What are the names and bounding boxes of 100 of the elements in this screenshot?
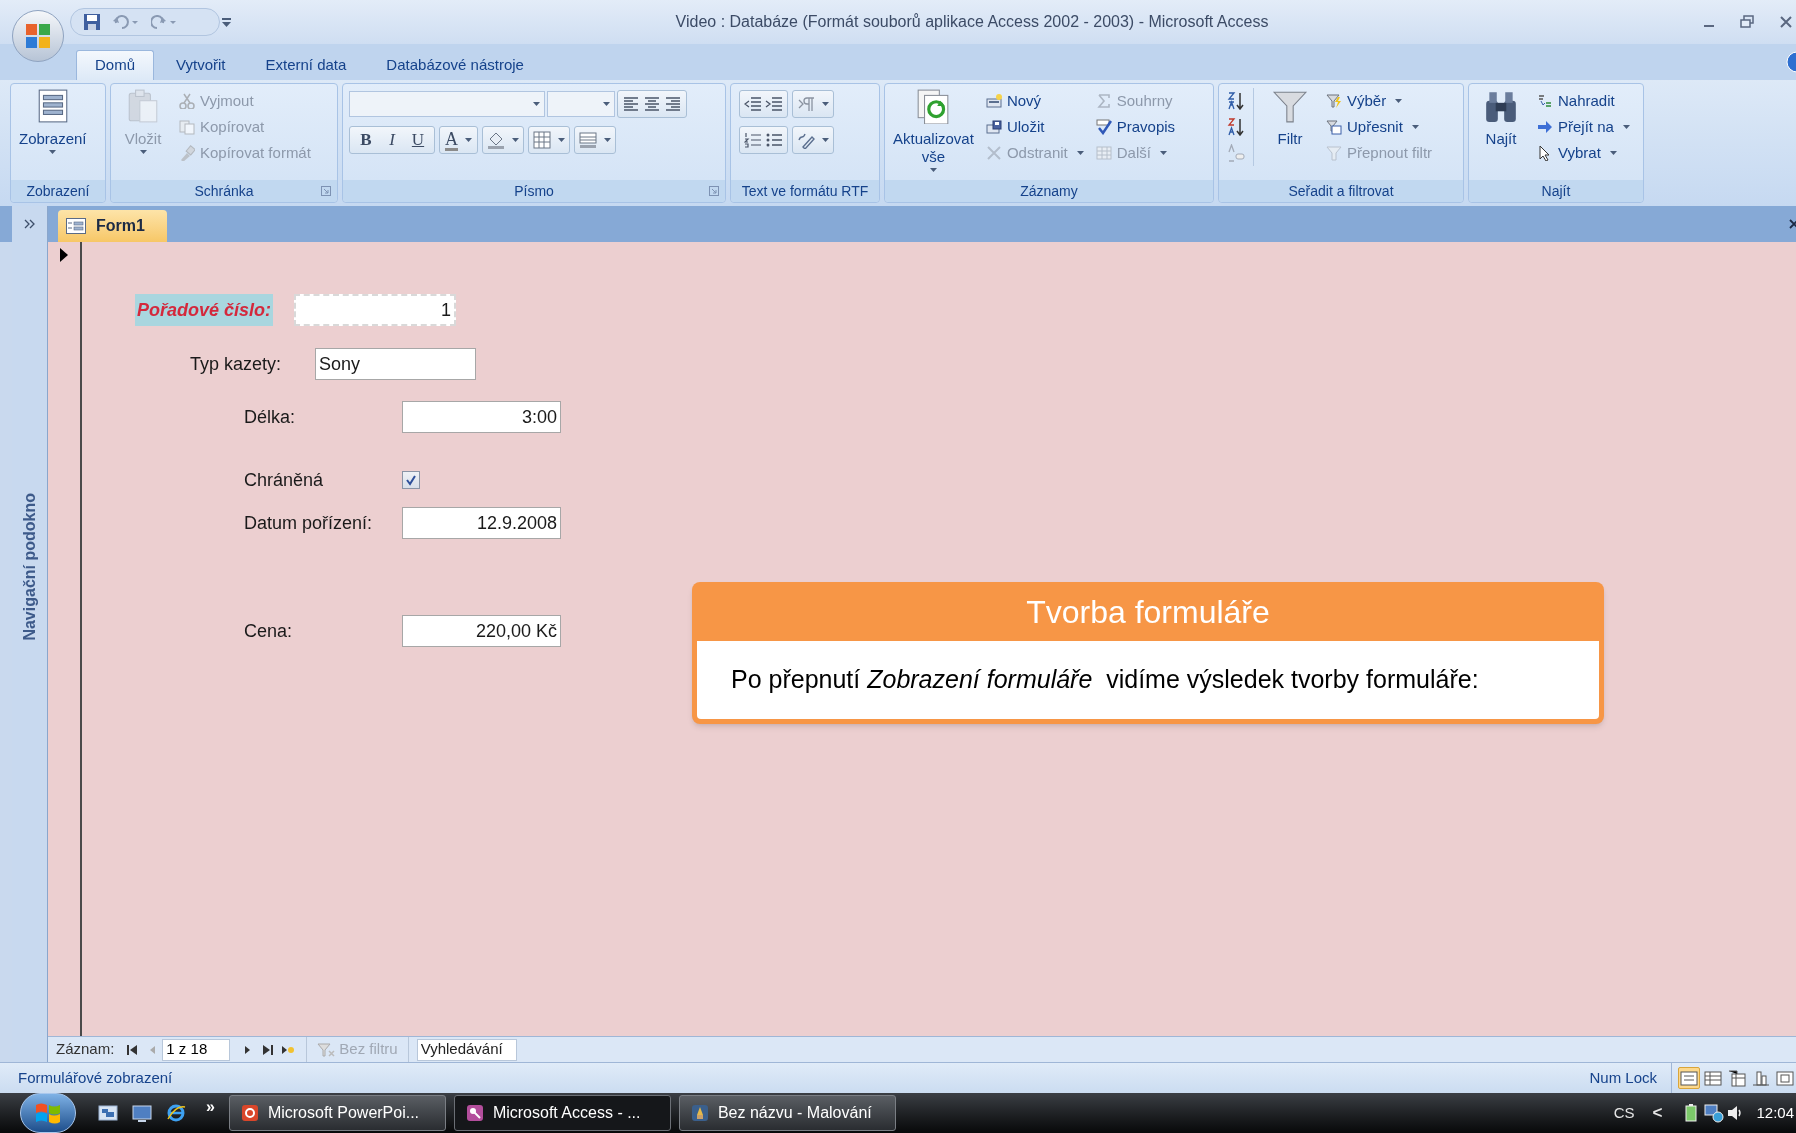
paint-bucket-icon	[487, 131, 505, 149]
datasheet-icon	[1704, 1069, 1722, 1087]
ribbon-button[interactable]: Vybrat	[1537, 140, 1630, 166]
ribbon-button[interactable]: Výběr	[1326, 88, 1433, 114]
caret-icon	[822, 102, 829, 106]
caret-icon	[929, 168, 937, 172]
ribbon-tab[interactable]: Vytvořit	[158, 50, 244, 80]
customize-toolbar-icon	[222, 18, 231, 28]
grid-icon	[533, 131, 551, 149]
ribbon-button[interactable]: Zobrazení	[19, 88, 87, 156]
fill-color-button[interactable]	[574, 126, 616, 154]
document-tab[interactable]: Form1	[58, 210, 167, 242]
caret-icon	[558, 138, 565, 142]
text-field[interactable]: Sony	[315, 348, 476, 380]
align-buttons[interactable]	[617, 90, 687, 118]
caret-icon	[1411, 125, 1419, 129]
caret-icon	[604, 138, 611, 142]
ribbon-button[interactable]: Aktualizovat vše	[893, 88, 974, 174]
group-label: Text ve formátu RTF	[741, 181, 869, 201]
taskbar-button[interactable]: Microsoft PowerPoi...	[228, 1095, 446, 1131]
filter-form-icon	[1326, 119, 1342, 135]
field-label: Typ kazety:	[190, 352, 282, 376]
copy-icon	[179, 119, 195, 135]
font-color-button[interactable]: A	[439, 126, 478, 154]
language-indicator[interactable]: CS	[1613, 1101, 1635, 1125]
group-label: Najít	[1541, 181, 1571, 201]
record-selector[interactable]	[48, 242, 82, 1036]
italic-button[interactable]: I	[382, 127, 402, 153]
clock: 12:04	[1756, 1102, 1794, 1123]
group-label: Záznamy	[1020, 181, 1078, 201]
list-buttons[interactable]	[739, 126, 788, 154]
search-field[interactable]: Vyhledávání	[416, 1038, 517, 1061]
show-hidden-icons-button[interactable]: <	[1652, 1100, 1663, 1126]
highlight-button[interactable]	[482, 126, 524, 154]
restore-icon	[1740, 15, 1754, 29]
caret-icon	[49, 150, 57, 154]
sigma-icon	[1095, 93, 1112, 109]
text-field[interactable]: 3:00	[402, 401, 561, 433]
minimize-icon	[1704, 25, 1714, 27]
pivot-chart-icon	[1752, 1069, 1770, 1087]
taskbar-button[interactable]: Bez názvu - Malování	[678, 1095, 896, 1131]
ribbon-button[interactable]: Pravopis	[1095, 114, 1176, 140]
slides-icon	[239, 1103, 260, 1123]
double-chevron-icon	[23, 219, 36, 229]
group-label: Zobrazení	[26, 181, 90, 201]
sort-descending-icon	[1227, 118, 1245, 136]
sort-ascending-icon	[1227, 92, 1245, 110]
group-label: Seřadit a filtrovat	[1288, 181, 1394, 201]
checkbox[interactable]	[402, 471, 420, 489]
text-field[interactable]: 1	[294, 294, 456, 326]
view-switch-button[interactable]	[1726, 1067, 1748, 1089]
record-number-field[interactable]: 1 z 18	[162, 1038, 231, 1061]
view-switch-button[interactable]	[1678, 1067, 1700, 1089]
form-view-icon	[1680, 1069, 1698, 1087]
redo-icon	[151, 15, 177, 29]
form-icon	[66, 218, 86, 234]
undo-icon	[113, 15, 139, 29]
overflow-button[interactable]: »	[206, 1095, 215, 1119]
ribbon-button[interactable]: Nový	[985, 88, 1084, 114]
increase-indent-icon	[765, 95, 783, 113]
caret-icon	[139, 150, 147, 154]
ribbon-button[interactable]: Najít	[1477, 88, 1525, 148]
ribbon-button[interactable]: Uložit	[985, 114, 1084, 140]
pivot-table-icon	[1728, 1069, 1746, 1087]
field-label: Pořadové číslo:	[135, 294, 274, 326]
table-icon	[1095, 145, 1112, 161]
ribbon-button[interactable]: Nahradit	[1537, 88, 1630, 114]
ribbon-button[interactable]: Filtr	[1266, 88, 1314, 148]
field-label: Délka:	[244, 405, 296, 429]
save-icon	[83, 13, 101, 31]
field-label: Chráněná	[244, 468, 324, 492]
ribbon-tab[interactable]: Databázové nástroje	[368, 50, 542, 80]
text-field[interactable]: 12.9.2008	[402, 507, 561, 539]
bold-button[interactable]: B	[356, 127, 376, 153]
close-icon	[1780, 15, 1792, 29]
replace-icon	[1537, 93, 1553, 109]
record-label: Záznam:	[56, 1039, 115, 1060]
key-icon	[464, 1103, 485, 1123]
indent-buttons[interactable]	[739, 90, 788, 118]
paragraph-direction-button[interactable]	[792, 90, 834, 118]
ribbon-tab[interactable]: Domů	[76, 50, 154, 80]
first-record-icon	[126, 1043, 139, 1056]
ribbon-button[interactable]: Přejít na	[1537, 114, 1630, 140]
ribbon-tab[interactable]: Externí data	[247, 50, 365, 80]
ribbon-button[interactable]: Upřesnit	[1326, 114, 1433, 140]
group-label: Schránka	[194, 181, 254, 201]
text-field[interactable]: 220,00 Kč	[402, 615, 561, 647]
num-lock-indicator: Num Lock	[1589, 1067, 1657, 1088]
status-text: Formulářové zobrazení	[18, 1067, 174, 1088]
office-button[interactable]	[12, 10, 64, 62]
text-highlight-button[interactable]	[792, 126, 834, 154]
last-record-icon	[262, 1043, 275, 1056]
gridlines-button[interactable]	[528, 126, 570, 154]
clear-sort-icon	[1227, 144, 1245, 162]
paintbrush-icon	[689, 1103, 710, 1123]
start-button[interactable]	[20, 1093, 76, 1133]
field-label: Cena:	[244, 619, 293, 643]
check-icon	[405, 474, 417, 486]
underline-button[interactable]: U	[408, 127, 428, 153]
taskbar-button[interactable]: Microsoft Access - ...	[453, 1095, 671, 1131]
